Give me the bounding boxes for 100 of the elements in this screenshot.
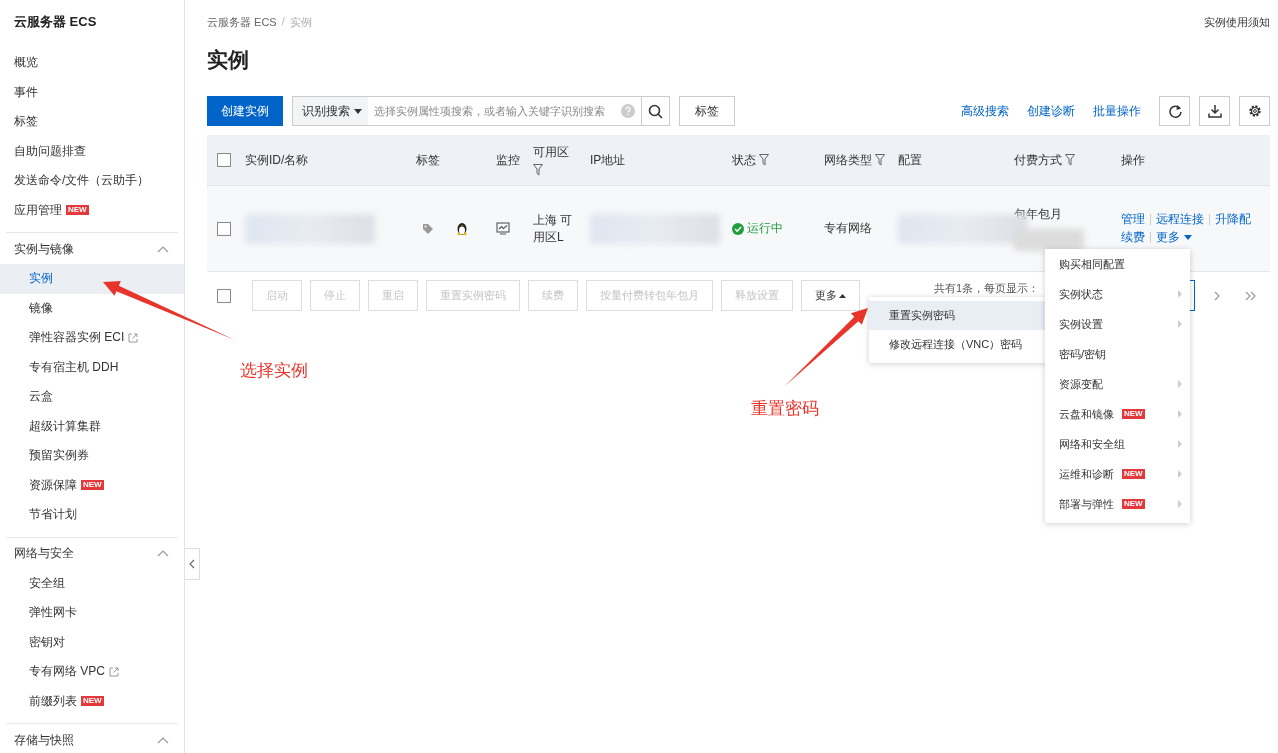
checkbox[interactable] [217, 288, 231, 303]
penguin-icon [456, 221, 468, 236]
refresh-button[interactable] [1159, 96, 1190, 126]
column-header: 标签 [416, 151, 440, 169]
sidebar-item[interactable]: 密钥对 [0, 627, 184, 657]
group-label: 网络与安全 [14, 545, 74, 562]
menu-item[interactable]: 云盘和镜像 NEW [1045, 399, 1190, 429]
toolbar-link[interactable]: 高级搜索 [961, 102, 1009, 120]
menu-item[interactable]: 重置实例密码 [869, 301, 1046, 330]
settings-button[interactable] [1239, 96, 1270, 126]
checkbox[interactable] [217, 153, 231, 167]
group-label: 存储与快照 [14, 731, 74, 749]
monitor-icon[interactable] [496, 222, 510, 235]
tag-button[interactable]: 标签 [679, 96, 735, 126]
more-button[interactable]: 更多 [801, 280, 860, 311]
sidebar-item[interactable]: 应用管理 NEW [0, 195, 184, 225]
sidebar-item[interactable]: 事件 [0, 77, 184, 107]
column-header: 付费方式 [1014, 151, 1062, 169]
breadcrumb-item[interactable]: 云服务器 ECS [207, 14, 277, 30]
sidebar-group-header[interactable]: 网络与安全 [0, 538, 184, 569]
sidebar-item[interactable]: 专有宿主机 DDH [0, 352, 184, 382]
collapse-handle[interactable] [185, 548, 200, 580]
menu-item[interactable]: 实例设置 [1045, 309, 1190, 339]
action-link[interactable]: 升降配 [1215, 211, 1251, 228]
filter-icon[interactable] [1065, 154, 1075, 166]
search-field[interactable]: 识别搜索 选择实例属性项搜索，或者输入关键字识别搜索 [292, 96, 670, 126]
sidebar-item[interactable]: 发送命令/文件（云助手） [0, 166, 184, 196]
menu-item[interactable]: 修改远程连接（VNC）密码 [869, 330, 1046, 359]
column-header: 状态 [732, 151, 756, 169]
column-header: 监控 [496, 151, 520, 169]
sidebar-item[interactable]: 专有网络 VPC [0, 657, 184, 687]
more-link[interactable]: 更多 [1156, 229, 1192, 246]
table-cell: 专有网络 [824, 221, 872, 235]
check-circle-icon [732, 222, 744, 235]
sidebar-item[interactable]: 弹性容器实例 ECI [0, 323, 184, 353]
action-link[interactable]: 续费 [1121, 229, 1145, 246]
last-page-icon[interactable] [1245, 290, 1258, 301]
caret-icon [354, 108, 362, 114]
annotation-label: 选择实例 [240, 360, 308, 382]
new-badge: NEW [81, 696, 104, 707]
column-header: IP地址 [590, 151, 626, 169]
chevron-left-icon [189, 559, 195, 569]
menu-item[interactable]: 资源变配 [1045, 369, 1190, 399]
sidebar-item[interactable]: 实例 [0, 264, 184, 294]
sidebar-item[interactable]: 前缀列表 NEW [0, 686, 184, 716]
sidebar-item[interactable]: 镜像 [0, 293, 184, 323]
menu-item[interactable]: 网络和安全组 [1045, 429, 1190, 459]
download-icon [1207, 104, 1222, 118]
sidebar-item[interactable]: 弹性网卡 [0, 598, 184, 628]
group-label: 实例与镜像 [14, 240, 74, 258]
menu-item[interactable]: 运维和诊断 NEW [1045, 459, 1190, 489]
tag-icon[interactable] [422, 222, 434, 235]
table-cell: 上海 可用区L [533, 211, 573, 246]
sidebar-group-header[interactable]: 存储与快照 [0, 725, 184, 753]
breadcrumb-item: 实例 [289, 14, 312, 30]
sidebar-item[interactable]: 资源保障 NEW [0, 470, 184, 500]
toolbar-link[interactable]: 创建诊断 [1027, 102, 1075, 120]
new-badge: NEW [1122, 469, 1145, 479]
new-badge: NEW [66, 205, 89, 216]
caret-icon [1184, 235, 1192, 240]
filter-icon[interactable] [875, 154, 885, 166]
breadcrumb-separator: / [281, 14, 285, 29]
sidebar-item[interactable]: 节省计划 [0, 500, 184, 530]
column-header: 实例ID/名称 [245, 151, 309, 169]
new-badge: NEW [1122, 499, 1145, 509]
pagination-summary: 共有1条，每页显示： [934, 281, 1040, 296]
checkbox[interactable] [217, 221, 231, 236]
help-link[interactable]: 实例使用须知 [1204, 14, 1270, 30]
sidebar-item[interactable]: 云盒 [0, 382, 184, 412]
sidebar-item[interactable]: 安全组 [0, 568, 184, 598]
scope-dropdown[interactable]: 识别搜索 [293, 97, 368, 125]
filter-icon[interactable] [759, 154, 769, 166]
menu-item[interactable]: 实例状态 [1045, 279, 1190, 309]
annotation-label: 重置密码 [751, 398, 819, 420]
toolbar-link[interactable]: 批量操作 [1093, 102, 1141, 120]
filter-icon[interactable] [533, 164, 543, 176]
sidebar-item[interactable]: 标签 [0, 107, 184, 137]
page-title: 实例 [207, 47, 250, 73]
column-header: 配置 [898, 151, 922, 169]
sidebar-item[interactable]: 预留实例券 [0, 441, 184, 471]
menu-item[interactable]: 部署与弹性 NEW [1045, 489, 1190, 519]
status-label: 运行中 [732, 220, 820, 237]
action-link[interactable]: 管理 [1121, 211, 1145, 228]
table-cell-text: 包年包月 [1014, 206, 1063, 223]
column-header: 操作 [1121, 151, 1145, 169]
help-icon [621, 104, 635, 118]
sidebar-group-header[interactable]: 实例与镜像 [0, 234, 184, 264]
sidebar-item[interactable]: 超级计算集群 [0, 411, 184, 441]
column-header: 可用区 [533, 144, 570, 161]
next-page-icon[interactable] [1213, 290, 1222, 301]
sidebar-item[interactable]: 自助问题排查 [0, 136, 184, 166]
menu-item[interactable]: 密码/密钥 [1045, 339, 1190, 369]
refresh-icon [1167, 104, 1182, 118]
settings-icon [1247, 104, 1262, 118]
create-button[interactable]: 创建实例 [207, 96, 283, 126]
new-badge: NEW [81, 480, 104, 491]
action-link[interactable]: 远程连接 [1156, 211, 1204, 228]
download-button[interactable] [1199, 96, 1230, 126]
sidebar-item[interactable]: 概览 [0, 48, 184, 78]
search-icon [648, 103, 663, 119]
